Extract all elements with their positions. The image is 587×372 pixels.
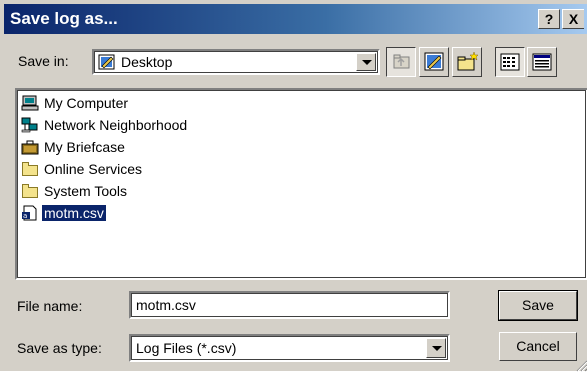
file-name: My Briefcase [44,139,125,155]
save-in-value: Desktop [121,54,173,70]
folder-up-icon [393,54,410,69]
file-name-field[interactable]: motm.csv [129,291,450,319]
chevron-down-icon [432,346,442,351]
list-view-icon [500,53,520,71]
desktop-button[interactable] [419,47,449,77]
save-as-type-dropdown-button[interactable] [426,338,446,358]
file-name-label: File name: [17,298,83,314]
help-button[interactable]: ? [538,9,560,29]
save-as-type-combo[interactable]: Log Files (*.csv) [129,334,450,362]
window-title: Save log as... [10,9,118,28]
details-view-button[interactable] [527,47,557,77]
list-item[interactable]: Online Services [21,158,144,180]
folder-icon [21,183,39,199]
cancel-button[interactable]: Cancel [499,332,577,361]
list-item[interactable]: My Briefcase [21,136,127,158]
save-in-label: Save in: [18,53,69,69]
list-item[interactable]: System Tools [21,180,129,202]
briefcase-icon [21,139,39,155]
new-folder-icon [457,51,479,71]
details-view-icon [532,53,552,71]
close-button[interactable]: X [562,9,584,29]
computer-icon [21,95,39,111]
list-view-button[interactable] [495,47,525,77]
list-item[interactable]: My Computer [21,92,130,114]
save-button[interactable]: Save [498,290,578,321]
folder-icon [21,161,39,177]
resize-grip-icon[interactable] [574,358,587,372]
save-as-type-label: Save as type: [17,340,102,356]
svg-text:a: a [23,212,27,220]
title-bar[interactable]: Save log as... ? X [4,4,587,34]
save-in-combo[interactable]: Desktop [92,49,380,75]
file-name: Network Neighborhood [44,117,188,133]
list-item[interactable]: a motm.csv [21,202,107,224]
file-name: Online Services [44,161,143,177]
list-item[interactable]: Network Neighborhood [21,114,189,136]
save-in-dropdown-button[interactable] [356,53,376,71]
file-name-value: motm.csv [136,297,196,313]
create-new-folder-button[interactable] [452,47,482,77]
network-icon [21,117,39,133]
file-list[interactable]: My Computer Network Neighborhood My Brie… [15,88,587,280]
file-name: My Computer [44,95,129,111]
csv-file-icon: a [21,205,39,221]
save-log-dialog: Save log as... ? X Save in: Desktop My C… [0,0,587,372]
desktop-shortcut-icon [424,52,444,71]
up-one-level-button[interactable] [386,47,416,77]
chevron-down-icon [362,60,372,65]
desktop-icon [98,53,116,71]
file-name: System Tools [44,183,127,199]
file-name: motm.csv [41,204,107,222]
save-as-type-value: Log Files (*.csv) [136,340,237,356]
